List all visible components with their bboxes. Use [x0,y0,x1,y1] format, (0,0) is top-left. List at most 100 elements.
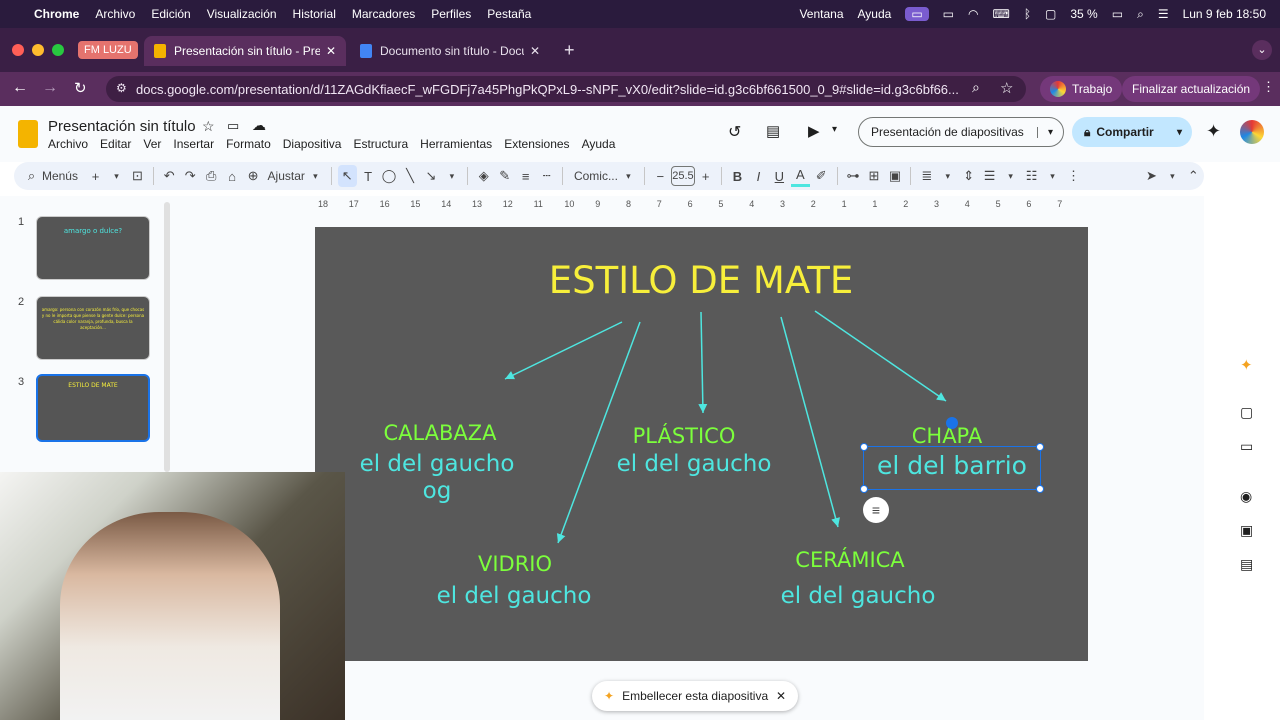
chrome-menu-icon[interactable]: ⋮ [1262,79,1275,95]
arrow-calabaza[interactable] [504,321,623,380]
forward-icon[interactable]: → [42,79,58,97]
decrease-size-icon[interactable]: − [651,165,670,187]
site-info-icon[interactable]: ⚙ [116,81,127,95]
close-window-button[interactable] [12,44,24,56]
item-desc-calabaza[interactable]: el del gaucho [345,451,529,477]
item-desc-chapa[interactable]: el del barrio [864,451,1040,480]
undo-icon[interactable]: ↶ [160,165,179,187]
autofit-icon[interactable]: ≡ [863,497,889,523]
more-options-icon[interactable]: ⋮ [1064,165,1083,187]
close-tab-icon[interactable]: ✕ [326,44,336,58]
slideshow-dropdown-icon[interactable]: ▾ [1036,126,1063,138]
text-color-icon[interactable]: A [790,165,810,187]
line-dropdown-icon[interactable]: ▾ [442,165,461,187]
meet-dropdown-icon[interactable]: ▾ [832,124,837,135]
print-icon[interactable]: ⎙ [202,165,221,187]
item-name-chapa[interactable]: CHAPA [885,424,1009,448]
italic-icon[interactable]: I [749,165,768,187]
new-slide-dropdown-icon[interactable]: ▾ [107,165,126,187]
line-icon[interactable]: ╲ [401,165,420,187]
menubar-item[interactable]: Marcadores [352,7,415,21]
tab-presentation[interactable]: Presentación sin título - Prese ✕ [144,36,346,66]
align-dropdown-icon[interactable]: ▾ [938,165,957,187]
arrow-chapa[interactable] [814,310,947,402]
font-size-input[interactable]: 25.5 [670,166,696,186]
comment-icon[interactable]: ⊞ [865,165,884,187]
arrow-plastico[interactable] [698,311,708,414]
comments-icon[interactable]: ▤ [766,122,780,140]
menu-extensiones[interactable]: Extensiones [504,137,569,151]
slideshow-button[interactable]: Presentación de diapositivas ▾ [858,117,1064,147]
increase-size-icon[interactable]: + [696,165,715,187]
search-menus-icon[interactable]: ⌕ [22,165,41,187]
menubar-item[interactable]: Historial [293,7,336,21]
resize-handle[interactable] [860,485,868,493]
item-desc-ceramica[interactable]: el del gaucho [765,583,951,609]
shape-icon[interactable]: ◯ [380,165,399,187]
textbox-icon[interactable]: T [359,165,378,187]
menubar-item[interactable]: Ventana [799,7,843,21]
search-icon[interactable]: ⌕ [1137,7,1144,22]
keyboard-icon[interactable]: ⌨ [993,7,1010,21]
clock[interactable]: Lun 9 feb 18:50 [1183,7,1266,21]
move-folder-icon[interactable]: ▭ [227,118,239,134]
minimize-window-button[interactable] [32,44,44,56]
border-color-icon[interactable]: ✎ [495,165,514,187]
menu-insertar[interactable]: Insertar [173,137,214,151]
gemini-icon[interactable]: ✦ [1206,121,1221,142]
menu-herramientas[interactable]: Herramientas [420,137,492,151]
border-dash-icon[interactable]: ┄ [537,165,556,187]
item-desc-vidrio[interactable]: el del gaucho [421,583,607,609]
selected-textbox[interactable]: el del barrio [860,417,1044,493]
wifi-icon[interactable]: ◠ [968,7,978,21]
bullets-icon[interactable]: ☰ [980,165,999,187]
back-icon[interactable]: ← [12,79,28,97]
item-extra-calabaza[interactable]: og [405,478,469,504]
paint-format-icon[interactable]: ⌂ [223,165,242,187]
zoom-icon[interactable]: ⊕ [244,165,263,187]
bold-icon[interactable]: B [728,165,747,187]
share-dropdown-icon[interactable]: ▾ [1177,127,1192,138]
record-icon[interactable]: ◉ [1240,488,1252,505]
item-name-plastico[interactable]: PLÁSTICO [599,424,769,448]
video-icon[interactable]: ▣ [1240,522,1253,539]
drive-folder-icon[interactable]: ▭ [1240,438,1253,455]
menu-archivo[interactable]: Archivo [48,137,88,151]
menubar-item[interactable]: Archivo [95,7,135,21]
slide[interactable]: ESTILO DE MATE CALABAZA el del gaucho og… [315,227,1088,661]
filmstrip-scrollbar[interactable] [164,202,170,472]
battery-icon[interactable]: ▭ [1112,7,1123,21]
item-desc-plastico[interactable]: el del gaucho [601,451,787,477]
align-icon[interactable]: ≣ [917,165,936,187]
present-icon[interactable]: ▤ [1240,556,1253,573]
link-icon[interactable]: ⊶ [844,165,863,187]
search-menus[interactable]: Menús [42,169,85,183]
update-button[interactable]: Finalizar actualización [1122,76,1261,102]
menubar-item[interactable]: Pestaña [487,7,531,21]
zoom-icon[interactable]: ⌕ [972,79,980,96]
menubar-item[interactable]: Visualización [207,7,277,21]
star-icon[interactable]: ☆ [202,118,215,135]
menubar-item[interactable]: Perfiles [431,7,471,21]
control-icon[interactable]: ▭ [905,7,929,21]
arrow-line-icon[interactable]: ↘ [422,165,441,187]
bullets-dropdown-icon[interactable]: ▾ [1001,165,1020,187]
slides-logo-icon[interactable] [18,120,38,148]
collapse-toolbar-icon[interactable]: ⌃ [1184,165,1203,187]
new-tab-button[interactable]: + [564,40,575,61]
slide-thumbnail-3[interactable]: ESTILO DE MATE [36,374,150,442]
gemini-sparkle-icon[interactable]: ✦ [1240,356,1253,374]
account-avatar[interactable] [1240,120,1264,144]
meet-icon[interactable]: ▶ [808,122,820,140]
close-tab-icon[interactable]: ✕ [530,44,540,58]
numbered-list-icon[interactable]: ☷ [1022,165,1041,187]
control-center-icon[interactable]: ☰ [1158,7,1169,21]
line-spacing-icon[interactable]: ⇕ [959,165,978,187]
zoom-select[interactable]: Ajustar [268,169,305,183]
layout-icon[interactable]: ⊡ [128,165,147,187]
display-icon[interactable]: ▭ [943,7,954,21]
bookmark-star-icon[interactable]: ☆ [1000,79,1013,97]
reload-icon[interactable]: ↻ [74,79,87,97]
font-dropdown-icon[interactable]: ▾ [619,165,638,187]
tab-group-label[interactable]: FM LUZU [78,41,138,59]
